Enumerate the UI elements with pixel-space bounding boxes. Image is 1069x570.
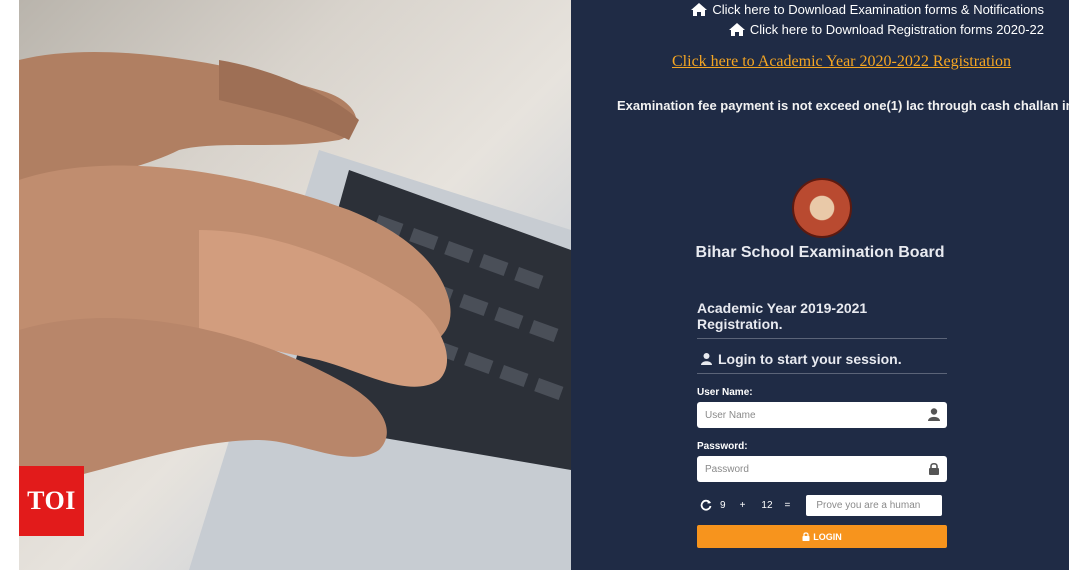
form-subheading-label: Login to start your session.: [718, 351, 902, 367]
captcha-input[interactable]: [806, 494, 943, 516]
user-icon: [701, 353, 712, 365]
download-exam-forms-label: Click here to Download Examination forms…: [712, 2, 1044, 17]
lock-icon: [802, 532, 810, 541]
form-subheading: Login to start your session.: [697, 339, 947, 374]
captcha-field-wrapper: [806, 494, 943, 516]
username-label: User Name:: [697, 387, 753, 398]
captcha-operator: +: [739, 499, 746, 511]
password-label: Password:: [697, 441, 748, 452]
home-icon: [728, 23, 745, 36]
login-button[interactable]: LOGIN: [697, 525, 947, 548]
username-field-wrapper: [697, 402, 947, 428]
lock-icon: [929, 462, 939, 475]
home-icon: [691, 3, 708, 16]
password-field-wrapper: [697, 456, 947, 482]
download-registration-forms-label: Click here to Download Registration form…: [749, 22, 1044, 37]
login-form: Academic Year 2019-2021 Registration. Lo…: [697, 296, 947, 548]
fee-notice: Examination fee payment is not exceed on…: [617, 98, 1069, 113]
refresh-icon[interactable]: [700, 499, 712, 511]
login-panel: Click here to Download Examination forms…: [571, 0, 1069, 570]
board-name: Bihar School Examination Board: [695, 244, 945, 261]
form-heading: Academic Year 2019-2021 Registration.: [697, 296, 947, 339]
captcha-equals: =: [784, 499, 791, 511]
toi-badge: TOI: [19, 466, 84, 536]
login-button-label: LOGIN: [813, 531, 842, 542]
academic-registration-link[interactable]: Click here to Academic Year 2020-2022 Re…: [672, 53, 1011, 71]
user-icon: [928, 408, 940, 421]
board-logo: [792, 178, 852, 238]
password-input[interactable]: [697, 456, 947, 482]
captcha-row: 9 + 12 =: [697, 494, 947, 516]
hero-photo: [19, 0, 571, 570]
username-input[interactable]: [697, 402, 947, 428]
download-exam-forms-link[interactable]: Click here to Download Examination forms…: [691, 2, 1044, 17]
captcha-operand-a: 9: [720, 499, 726, 511]
left-margin: [0, 0, 19, 570]
download-registration-forms-link[interactable]: Click here to Download Registration form…: [728, 22, 1044, 37]
captcha-operand-b: 12: [761, 499, 773, 511]
